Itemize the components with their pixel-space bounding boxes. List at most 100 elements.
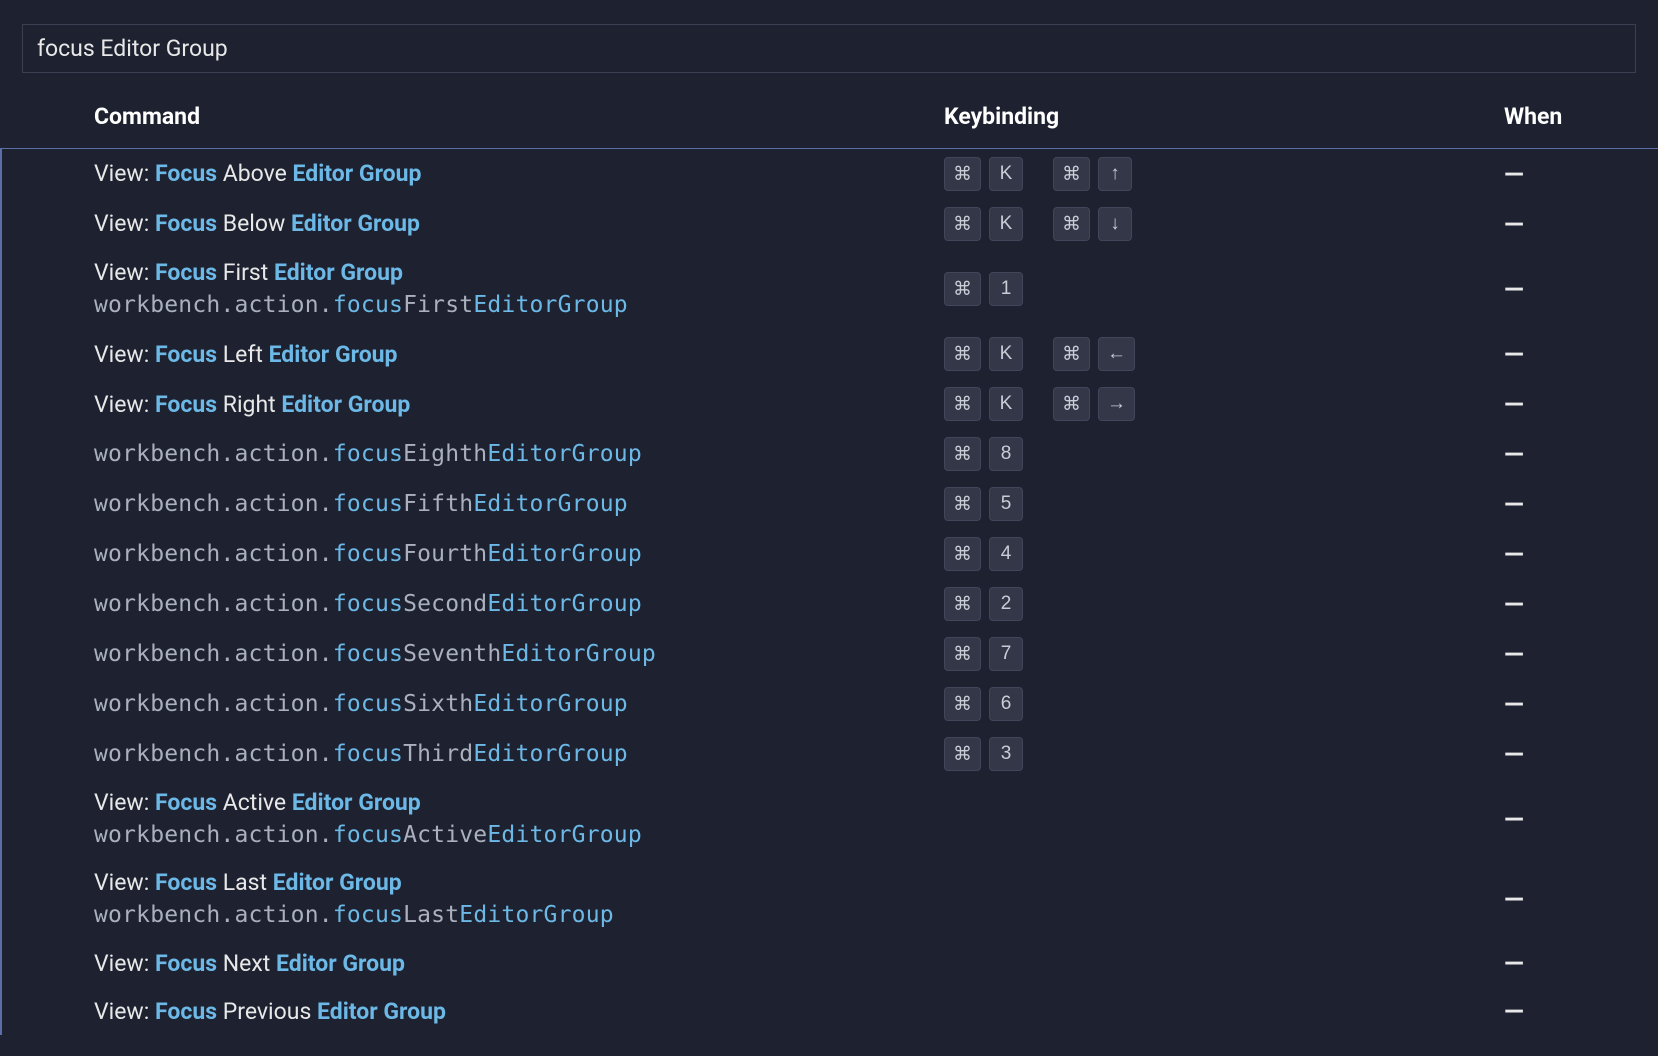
- header-when[interactable]: When: [1504, 103, 1658, 130]
- cell-command: workbench.action.focusSecondEditorGroup: [94, 589, 944, 620]
- key-cap: K: [989, 337, 1023, 371]
- command-label: View: Focus Left Editor Group: [94, 339, 944, 370]
- key-cap: →: [1098, 387, 1135, 421]
- cell-when: —: [1504, 805, 1658, 833]
- command-id: workbench.action.focusFifthEditorGroup: [94, 489, 944, 520]
- key-cap: ⌘: [944, 487, 981, 521]
- table-row[interactable]: View: Focus Right Editor Group⌘K⌘→—: [2, 379, 1658, 429]
- cell-when: —: [1504, 740, 1658, 768]
- table-row[interactable]: View: Focus Previous Editor Group —: [2, 987, 1658, 1035]
- command-label: View: Focus Previous Editor Group: [94, 996, 944, 1027]
- cell-when: —: [1504, 210, 1658, 238]
- key-cap: ⌘: [1053, 337, 1090, 371]
- key-cap: ⌘: [944, 587, 981, 621]
- cell-when: —: [1504, 340, 1658, 368]
- table-header: Command Keybinding When: [0, 85, 1658, 148]
- header-command[interactable]: Command: [94, 103, 944, 130]
- cell-when: —: [1504, 160, 1658, 188]
- cell-command: View: Focus Left Editor Group: [94, 339, 944, 370]
- command-id: workbench.action.focusSeventhEditorGroup: [94, 639, 944, 670]
- command-id: workbench.action.focusSecondEditorGroup: [94, 589, 944, 620]
- cell-command: View: Focus Right Editor Group: [94, 389, 944, 420]
- key-cap: ←: [1098, 337, 1135, 371]
- command-id: workbench.action.focusEighthEditorGroup: [94, 439, 944, 470]
- cell-command: workbench.action.focusEighthEditorGroup: [94, 439, 944, 470]
- table-row[interactable]: workbench.action.focusSeventhEditorGroup…: [2, 629, 1658, 679]
- table-row[interactable]: View: Focus Below Editor Group⌘K⌘↓—: [2, 199, 1658, 249]
- cell-keybinding: ⌘K⌘→: [944, 387, 1504, 421]
- key-cap: 2: [989, 587, 1023, 621]
- cell-when: —: [1504, 275, 1658, 303]
- key-cap: 3: [989, 737, 1023, 771]
- table-row[interactable]: workbench.action.focusEighthEditorGroup⌘…: [2, 429, 1658, 479]
- key-cap: ⌘: [944, 637, 981, 671]
- results-list: View: Focus Above Editor Group⌘K⌘↑—View:…: [0, 148, 1658, 1035]
- cell-command: View: Focus Below Editor Group: [94, 208, 944, 239]
- key-cap: ⌘: [1053, 157, 1090, 191]
- cell-keybinding: ⌘3: [944, 737, 1504, 771]
- header-keybinding[interactable]: Keybinding: [944, 103, 1504, 130]
- command-label: View: Focus Active Editor Group: [94, 787, 944, 818]
- cell-keybinding: ⌘1: [944, 272, 1504, 306]
- cell-when: —: [1504, 997, 1658, 1025]
- cell-command: View: Focus Next Editor Group: [94, 948, 944, 979]
- table-row[interactable]: View: Focus Left Editor Group⌘K⌘←—: [2, 329, 1658, 379]
- key-cap: K: [989, 157, 1023, 191]
- table-row[interactable]: View: Focus Above Editor Group⌘K⌘↑—: [2, 149, 1658, 199]
- cell-when: —: [1504, 949, 1658, 977]
- command-label: View: Focus Right Editor Group: [94, 389, 944, 420]
- cell-command: workbench.action.focusSeventhEditorGroup: [94, 639, 944, 670]
- cell-keybinding: ⌘5: [944, 487, 1504, 521]
- cell-command: View: Focus Above Editor Group: [94, 158, 944, 189]
- table-row[interactable]: View: Focus Last Editor Groupworkbench.a…: [2, 859, 1658, 939]
- key-cap: ⌘: [944, 272, 981, 306]
- command-label: View: Focus Next Editor Group: [94, 948, 944, 979]
- cell-command: workbench.action.focusFifthEditorGroup: [94, 489, 944, 520]
- command-id: workbench.action.focusLastEditorGroup: [94, 900, 944, 931]
- cell-keybinding: ⌘2: [944, 587, 1504, 621]
- table-row[interactable]: View: Focus Active Editor Groupworkbench…: [2, 779, 1658, 859]
- cell-command: View: Focus Previous Editor Group: [94, 996, 944, 1027]
- table-row[interactable]: workbench.action.focusThirdEditorGroup⌘3…: [2, 729, 1658, 779]
- table-row[interactable]: workbench.action.focusFifthEditorGroup⌘5…: [2, 479, 1658, 529]
- table-row[interactable]: View: Focus First Editor Groupworkbench.…: [2, 249, 1658, 329]
- cell-when: —: [1504, 540, 1658, 568]
- cell-command: workbench.action.focusSixthEditorGroup: [94, 689, 944, 720]
- cell-when: —: [1504, 390, 1658, 418]
- cell-when: —: [1504, 590, 1658, 618]
- key-cap: ⌘: [944, 387, 981, 421]
- cell-keybinding: ⌘6: [944, 687, 1504, 721]
- command-id: workbench.action.focusFirstEditorGroup: [94, 290, 944, 321]
- key-cap: ⌘: [944, 157, 981, 191]
- search-input[interactable]: [22, 24, 1636, 73]
- key-cap: K: [989, 207, 1023, 241]
- cell-command: View: Focus Active Editor Groupworkbench…: [94, 787, 944, 851]
- cell-keybinding: ⌘K⌘↓: [944, 207, 1504, 241]
- cell-when: —: [1504, 440, 1658, 468]
- key-cap: ⌘: [1053, 387, 1090, 421]
- key-cap: K: [989, 387, 1023, 421]
- cell-when: —: [1504, 885, 1658, 913]
- cell-command: View: Focus Last Editor Groupworkbench.a…: [94, 867, 944, 931]
- key-cap: ↑: [1098, 157, 1132, 191]
- cell-keybinding: ⌘K⌘↑: [944, 157, 1504, 191]
- table-row[interactable]: View: Focus Next Editor Group —: [2, 939, 1658, 987]
- key-cap: ⌘: [944, 537, 981, 571]
- command-label: View: Focus First Editor Group: [94, 257, 944, 288]
- key-cap: ⌘: [944, 737, 981, 771]
- table-row[interactable]: workbench.action.focusSixthEditorGroup⌘6…: [2, 679, 1658, 729]
- cell-keybinding: ⌘K⌘←: [944, 337, 1504, 371]
- cell-keybinding: ⌘7: [944, 637, 1504, 671]
- key-cap: 4: [989, 537, 1023, 571]
- key-cap: ⌘: [944, 687, 981, 721]
- key-cap: ⌘: [944, 437, 981, 471]
- command-label: View: Focus Below Editor Group: [94, 208, 944, 239]
- key-cap: 1: [989, 272, 1023, 306]
- command-id: workbench.action.focusThirdEditorGroup: [94, 739, 944, 770]
- search-container: [0, 0, 1658, 85]
- key-cap: 5: [989, 487, 1023, 521]
- key-cap: ↓: [1098, 207, 1132, 241]
- table-row[interactable]: workbench.action.focusSecondEditorGroup⌘…: [2, 579, 1658, 629]
- cell-when: —: [1504, 690, 1658, 718]
- table-row[interactable]: workbench.action.focusFourthEditorGroup⌘…: [2, 529, 1658, 579]
